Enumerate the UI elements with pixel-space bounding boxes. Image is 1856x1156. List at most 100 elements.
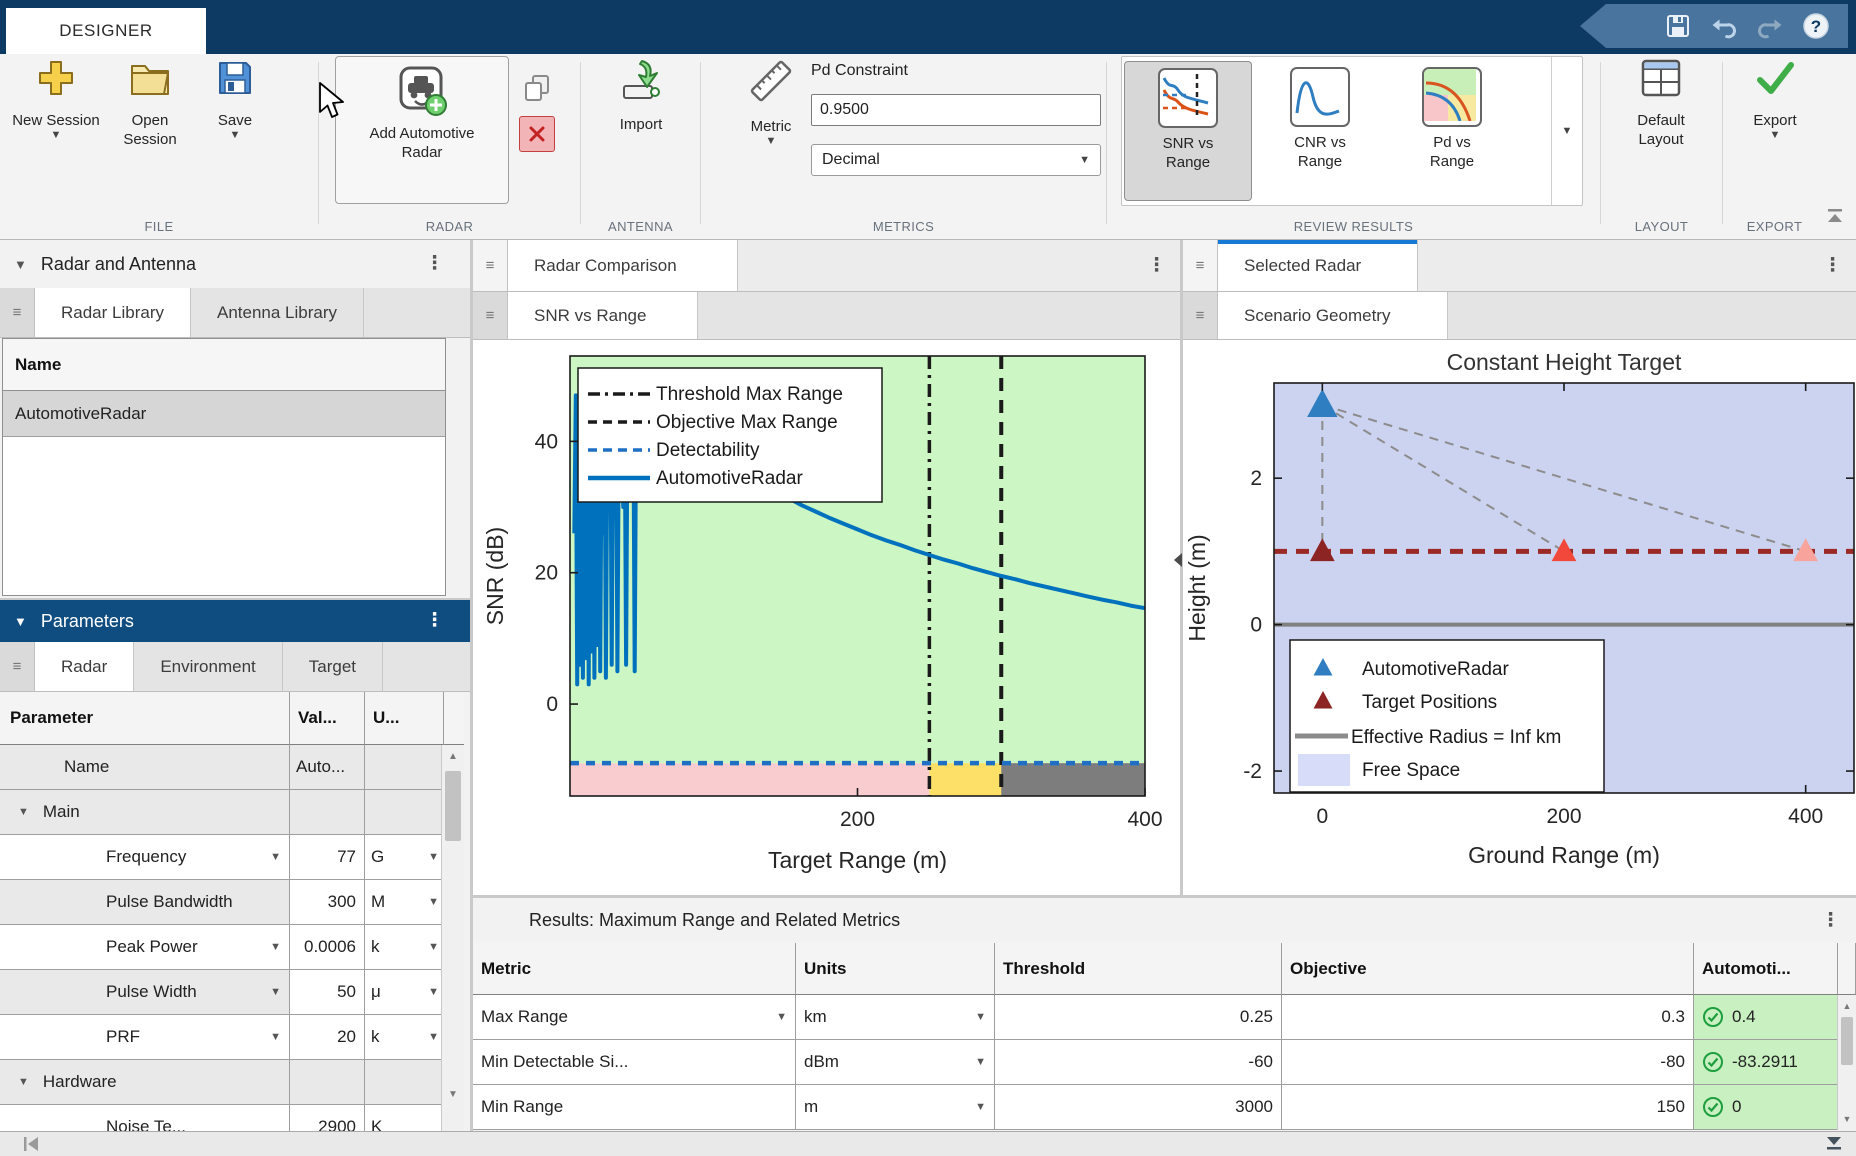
scroll-up-icon[interactable]: ▲: [442, 745, 464, 767]
units-dropdown-caret[interactable]: ▼: [975, 1101, 986, 1113]
results-col-threshold[interactable]: Threshold: [995, 943, 1282, 995]
name-column-header[interactable]: Name: [3, 339, 445, 391]
tab-designer[interactable]: DESIGNER: [6, 8, 206, 54]
scroll-up-icon[interactable]: ▲: [1838, 995, 1856, 1017]
col-units[interactable]: U...: [365, 692, 444, 745]
results-col-objective[interactable]: Objective: [1282, 943, 1694, 995]
cnr-vs-range-button[interactable]: CNR vs Range: [1256, 61, 1384, 201]
parameter-name-cell[interactable]: PRF▼: [0, 1015, 290, 1060]
splitter-collapse-icon[interactable]: [1173, 552, 1183, 568]
drag-grip-icon[interactable]: ≡: [0, 288, 35, 337]
duplicate-radar-button[interactable]: [519, 70, 555, 106]
tab-radar-comparison[interactable]: Radar Comparison: [508, 240, 738, 291]
units-cell[interactable]: dBm▼: [796, 1040, 995, 1085]
import-button[interactable]: Import: [599, 58, 683, 134]
export-button[interactable]: Export ▼: [1737, 58, 1813, 140]
parameter-value-cell[interactable]: [290, 1060, 365, 1105]
undo-icon[interactable]: [1710, 12, 1738, 40]
unit-dropdown-caret[interactable]: ▼: [428, 941, 439, 953]
parameter-value-cell[interactable]: 50: [290, 970, 365, 1015]
scroll-down-icon[interactable]: ▼: [1838, 1108, 1856, 1130]
objective-cell[interactable]: -80: [1282, 1040, 1694, 1085]
parameter-name-cell[interactable]: Pulse Bandwidth: [0, 880, 290, 925]
col-value[interactable]: Val...: [290, 692, 365, 745]
drag-grip-icon[interactable]: ≡: [473, 292, 508, 339]
scenario-geometry-chart[interactable]: 0200400-202Constant Height TargetGround …: [1183, 340, 1856, 895]
unit-dropdown-caret[interactable]: ▼: [428, 896, 439, 908]
parameter-unit-cell[interactable]: [365, 1060, 444, 1105]
tab-scenario-geometry[interactable]: Scenario Geometry: [1218, 292, 1448, 339]
parameters-menu-icon[interactable]: ⋮: [425, 615, 444, 627]
redo-icon[interactable]: [1756, 12, 1784, 40]
tab-snr-vs-range[interactable]: SNR vs Range: [508, 292, 698, 339]
format-dropdown[interactable]: Decimal ▼: [811, 144, 1101, 176]
parameter-unit-cell[interactable]: k▼: [365, 1015, 444, 1060]
default-layout-button[interactable]: Default Layout: [1615, 58, 1707, 149]
parameter-name-cell[interactable]: ▼Hardware: [0, 1060, 290, 1105]
metric-dropdown-caret[interactable]: ▼: [776, 1011, 787, 1023]
parameter-name-cell[interactable]: ▼Main: [0, 790, 290, 835]
results-scrollbar[interactable]: ▲▼: [1837, 995, 1856, 1130]
parameter-name-cell[interactable]: Name: [0, 745, 290, 790]
parameter-dropdown-caret[interactable]: ▼: [270, 941, 281, 953]
parameter-unit-cell[interactable]: K: [365, 1105, 444, 1131]
parameter-value-cell[interactable]: 20: [290, 1015, 365, 1060]
parameter-unit-cell[interactable]: k▼: [365, 925, 444, 970]
parameter-value-cell[interactable]: 2900: [290, 1105, 365, 1131]
units-cell[interactable]: m▼: [796, 1085, 995, 1130]
list-item-automotiveradar[interactable]: AutomotiveRadar: [3, 391, 445, 437]
parameter-value-cell[interactable]: 77: [290, 835, 365, 880]
pd-constraint-input[interactable]: [811, 94, 1101, 126]
unit-dropdown-caret[interactable]: ▼: [428, 986, 439, 998]
results-col-metric[interactable]: Metric: [473, 943, 796, 995]
units-dropdown-caret[interactable]: ▼: [975, 1011, 986, 1023]
new-session-button[interactable]: New Session ▼: [12, 58, 100, 140]
group-expand-chevron[interactable]: ▼: [18, 806, 29, 818]
parameter-dropdown-caret[interactable]: ▼: [270, 851, 281, 863]
group-expand-chevron[interactable]: ▼: [18, 1076, 29, 1088]
add-automotive-radar-button[interactable]: Add Automotive Radar: [335, 56, 509, 204]
help-icon[interactable]: ?: [1802, 12, 1830, 40]
threshold-cell[interactable]: 0.25: [995, 995, 1282, 1040]
scrollbar-thumb[interactable]: [1841, 1017, 1853, 1065]
delete-radar-button[interactable]: [519, 116, 555, 152]
open-session-button[interactable]: Open Session: [104, 58, 196, 149]
scrollbar-thumb[interactable]: [445, 771, 461, 841]
parameter-value-cell[interactable]: [290, 790, 365, 835]
parameter-unit-cell[interactable]: [365, 745, 444, 790]
parameter-value-cell[interactable]: 300: [290, 880, 365, 925]
objective-cell[interactable]: 150: [1282, 1085, 1694, 1130]
metric-button[interactable]: Metric ▼: [731, 58, 811, 146]
parameter-unit-cell[interactable]: [365, 790, 444, 835]
collapse-chevron-icon[interactable]: ▼: [14, 614, 27, 629]
tab-radar-library[interactable]: Radar Library: [35, 288, 191, 337]
snr-vs-range-chart[interactable]: 20040002040Target Range (m)SNR (dB)Thres…: [473, 340, 1180, 895]
scroll-down-icon[interactable]: ▼: [442, 1083, 464, 1105]
col-parameter[interactable]: Parameter: [0, 692, 290, 745]
tab-selected-radar[interactable]: Selected Radar: [1218, 240, 1418, 291]
parameter-name-cell[interactable]: Frequency▼: [0, 835, 290, 880]
units-dropdown-caret[interactable]: ▼: [975, 1056, 986, 1068]
parameter-name-cell[interactable]: Pulse Width▼: [0, 970, 290, 1015]
save-button[interactable]: Save ▼: [206, 58, 264, 140]
snr-vs-range-button[interactable]: SNR vs Range: [1124, 61, 1252, 201]
results-menu-icon[interactable]: ⋮: [1821, 915, 1840, 927]
objective-cell[interactable]: 0.3: [1282, 995, 1694, 1040]
parameter-name-cell[interactable]: Peak Power▼: [0, 925, 290, 970]
parameter-name-cell[interactable]: Noise Te...: [0, 1105, 290, 1131]
drag-grip-icon[interactable]: ≡: [1183, 240, 1218, 291]
units-cell[interactable]: km▼: [796, 995, 995, 1040]
collapse-left-icon[interactable]: [22, 1136, 40, 1152]
parameter-value-cell[interactable]: Auto...: [290, 745, 365, 790]
parameter-dropdown-caret[interactable]: ▼: [270, 986, 281, 998]
threshold-cell[interactable]: -60: [995, 1040, 1282, 1085]
parameter-dropdown-caret[interactable]: ▼: [270, 1031, 281, 1043]
collapse-chevron-icon[interactable]: ▼: [14, 257, 27, 272]
drag-grip-icon[interactable]: ≡: [473, 240, 508, 291]
gallery-expand-caret[interactable]: ▼: [1551, 57, 1582, 205]
pd-vs-range-button[interactable]: Pd vs Range: [1388, 61, 1516, 201]
collapse-ribbon-button[interactable]: [1824, 208, 1846, 229]
parameter-unit-cell[interactable]: μ▼: [365, 970, 444, 1015]
tab-target[interactable]: Target: [283, 642, 383, 691]
parameters-scrollbar[interactable]: ▲▼: [441, 745, 464, 1131]
